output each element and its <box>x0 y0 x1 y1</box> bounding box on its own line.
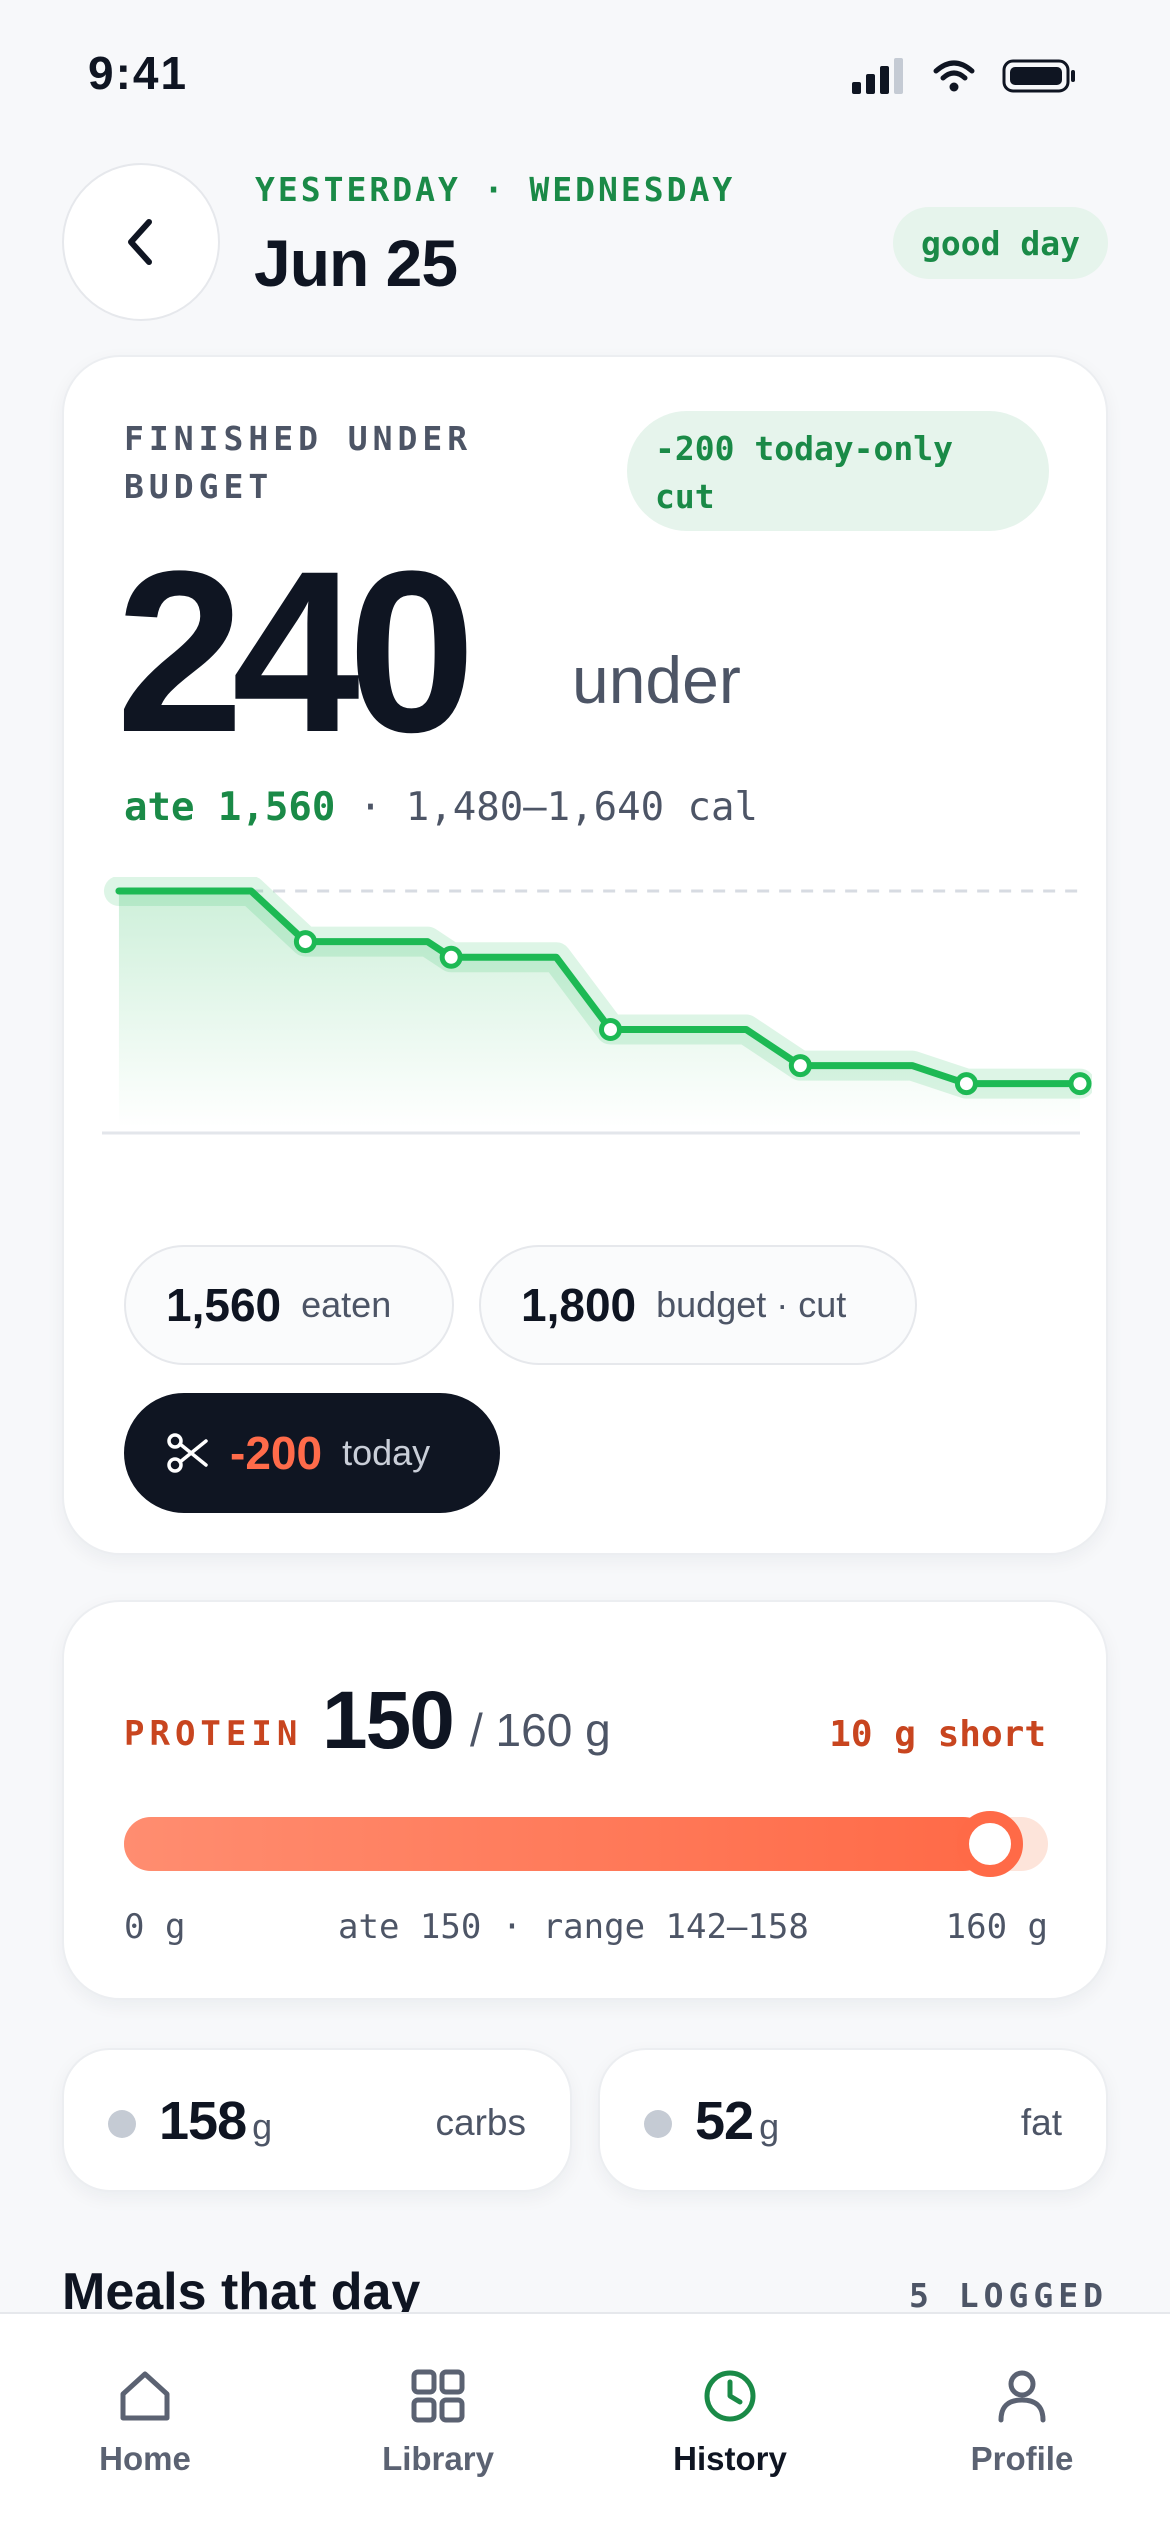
protein-progress-knob <box>957 1811 1024 1877</box>
tab-library-label: Library <box>382 2440 494 2477</box>
battery-icon <box>1002 59 1075 93</box>
carbs-value-wrap: 158 g <box>159 2090 272 2152</box>
budget-summary-card: FINISHED UNDER BUDGET -200 today-only cu… <box>62 355 1108 1555</box>
budget-value: 1,800 <box>521 1279 637 1331</box>
chart-point-2 <box>598 1017 622 1041</box>
protein-progress-track <box>124 1811 1048 1877</box>
protein-scale-min: 0 g <box>124 1907 186 1947</box>
ate-range-line: ate 1,560 · 1,480–1,640 cal <box>124 785 758 830</box>
tab-history[interactable]: History <box>640 2366 820 2478</box>
calorie-range: · 1,480–1,640 cal <box>335 785 758 830</box>
tab-home[interactable]: Home <box>55 2366 235 2478</box>
today-cut-chip[interactable]: -200 today <box>124 1393 500 1513</box>
chevron-left-icon <box>128 219 152 265</box>
under-budget-unit: under <box>572 643 741 717</box>
cut-value: -200 <box>230 1427 323 1479</box>
budget-label: budget · cut <box>656 1284 847 1325</box>
budget-chart <box>102 877 1092 1135</box>
carbs-dot <box>108 2110 136 2138</box>
budget-kicker: FINISHED UNDER BUDGET <box>124 419 473 506</box>
chart-point-0 <box>293 930 317 954</box>
carbs-card: 158 g carbs <box>62 2048 572 2192</box>
page-title: Jun 25 <box>254 226 458 300</box>
protein-status: 10 g short <box>829 1714 1046 1755</box>
protein-scale-max: 160 g <box>945 1907 1048 1947</box>
carbs-unit: g <box>252 2106 272 2147</box>
tab-home-label: Home <box>99 2440 191 2477</box>
meals-count: 5 LOGGED <box>909 2276 1108 2315</box>
protein-progress-fill <box>124 1817 991 1871</box>
under-budget-value: 240 <box>116 523 476 780</box>
carbs-label: carbs <box>435 2102 526 2143</box>
fat-value-wrap: 52 g <box>695 2090 779 2152</box>
fat-dot <box>644 2110 672 2138</box>
scissors-icon <box>167 1433 208 1473</box>
cut-pill: -200 today-only cut <box>627 411 1049 531</box>
protein-label: PROTEIN <box>124 1714 303 1754</box>
tab-history-label: History <box>673 2440 787 2477</box>
protein-target: / 160 g <box>470 1704 611 1756</box>
fat-unit: g <box>759 2106 779 2147</box>
carbs-value: 158 <box>159 2091 247 2151</box>
ate-label: ate 1,560 <box>124 785 336 830</box>
budget-chip: 1,800 budget · cut <box>479 1245 917 1365</box>
eaten-value: 1,560 <box>166 1279 282 1331</box>
tab-profile-label: Profile <box>970 2440 1074 2477</box>
status-icons <box>852 58 1078 94</box>
chart-point-5 <box>1068 1072 1092 1096</box>
grid-icon <box>411 2369 465 2423</box>
person-icon <box>998 2370 1046 2423</box>
day-status-badge: good day <box>893 207 1108 279</box>
chart-point-3 <box>788 1054 812 1078</box>
fat-card: 52 g fat <box>598 2048 1108 2192</box>
eaten-chip: 1,560 eaten <box>124 1245 454 1365</box>
home-icon <box>120 2371 170 2421</box>
protein-card: PROTEIN 150 / 160 g 10 g short 0 g ate 1… <box>62 1600 1108 2000</box>
day-eyebrow: YESTERDAY · WEDNESDAY <box>255 170 736 209</box>
wifi-icon <box>933 60 975 92</box>
cut-label: today <box>342 1432 431 1473</box>
protein-value: 150 <box>322 1675 455 1766</box>
signal-icon <box>852 58 903 94</box>
chart-point-4 <box>954 1072 978 1096</box>
tab-profile[interactable]: Profile <box>932 2366 1112 2478</box>
tab-bar: Home Library History Profile <box>0 2312 1170 2532</box>
back-button[interactable] <box>62 163 220 321</box>
protein-scale-mid: ate 150 · range 142–158 <box>338 1907 809 1947</box>
fat-value: 52 <box>695 2091 754 2151</box>
chart-point-1 <box>439 945 463 969</box>
status-time: 9:41 <box>88 47 189 99</box>
fat-label: fat <box>1020 2102 1062 2143</box>
tab-library[interactable]: Library <box>348 2366 528 2478</box>
status-bar: 9:41 <box>0 0 1170 150</box>
eaten-label: eaten <box>301 1284 392 1325</box>
clock-icon <box>704 2370 756 2422</box>
